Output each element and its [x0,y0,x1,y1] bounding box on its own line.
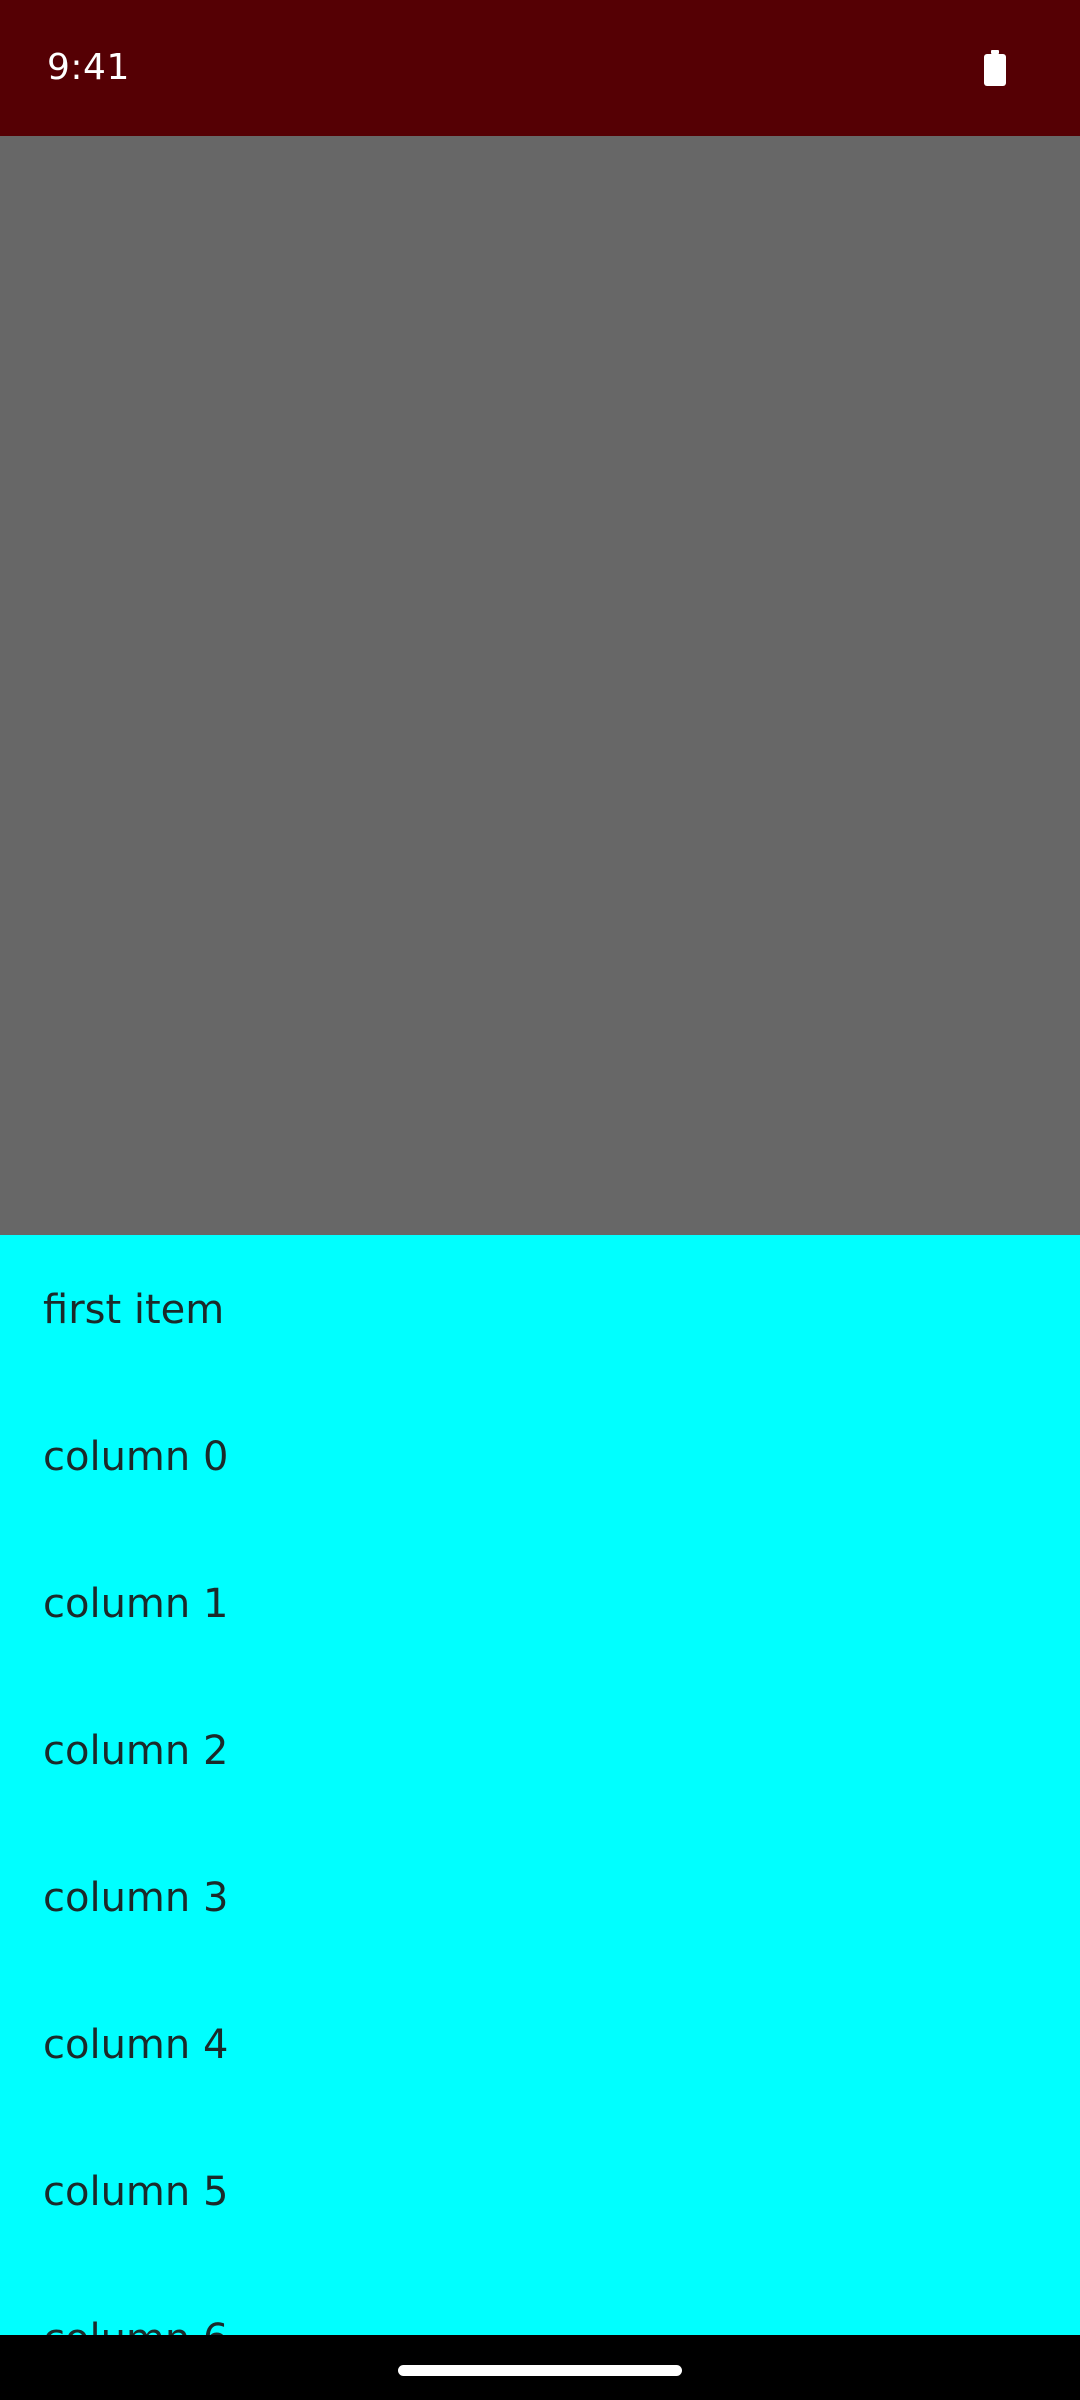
battery-body [984,54,1006,86]
status-time: 9:41 [47,47,130,88]
app-screen: 9:41 first item column 0 column 1 column… [0,0,1080,2400]
home-gesture-handle[interactable] [398,2365,682,2376]
list-item-column-0[interactable]: column 0 [43,1433,228,1481]
list-item-column-2[interactable]: column 2 [43,1727,228,1775]
list-item-column-5[interactable]: column 5 [43,2168,228,2216]
gray-header-panel [0,136,1080,1235]
list-item-column-4[interactable]: column 4 [43,2021,228,2069]
list-item-first[interactable]: first item [43,1286,224,1334]
list-item-column-1[interactable]: column 1 [43,1580,228,1628]
item-list[interactable]: first item column 0 column 1 column 2 co… [0,1235,1080,2335]
status-bar: 9:41 [0,0,1080,136]
list-item-column-3[interactable]: column 3 [43,1874,228,1922]
battery-icon [984,50,1006,86]
list-item-column-6[interactable]: column 6 [43,2315,228,2335]
navigation-bar [0,2335,1080,2400]
